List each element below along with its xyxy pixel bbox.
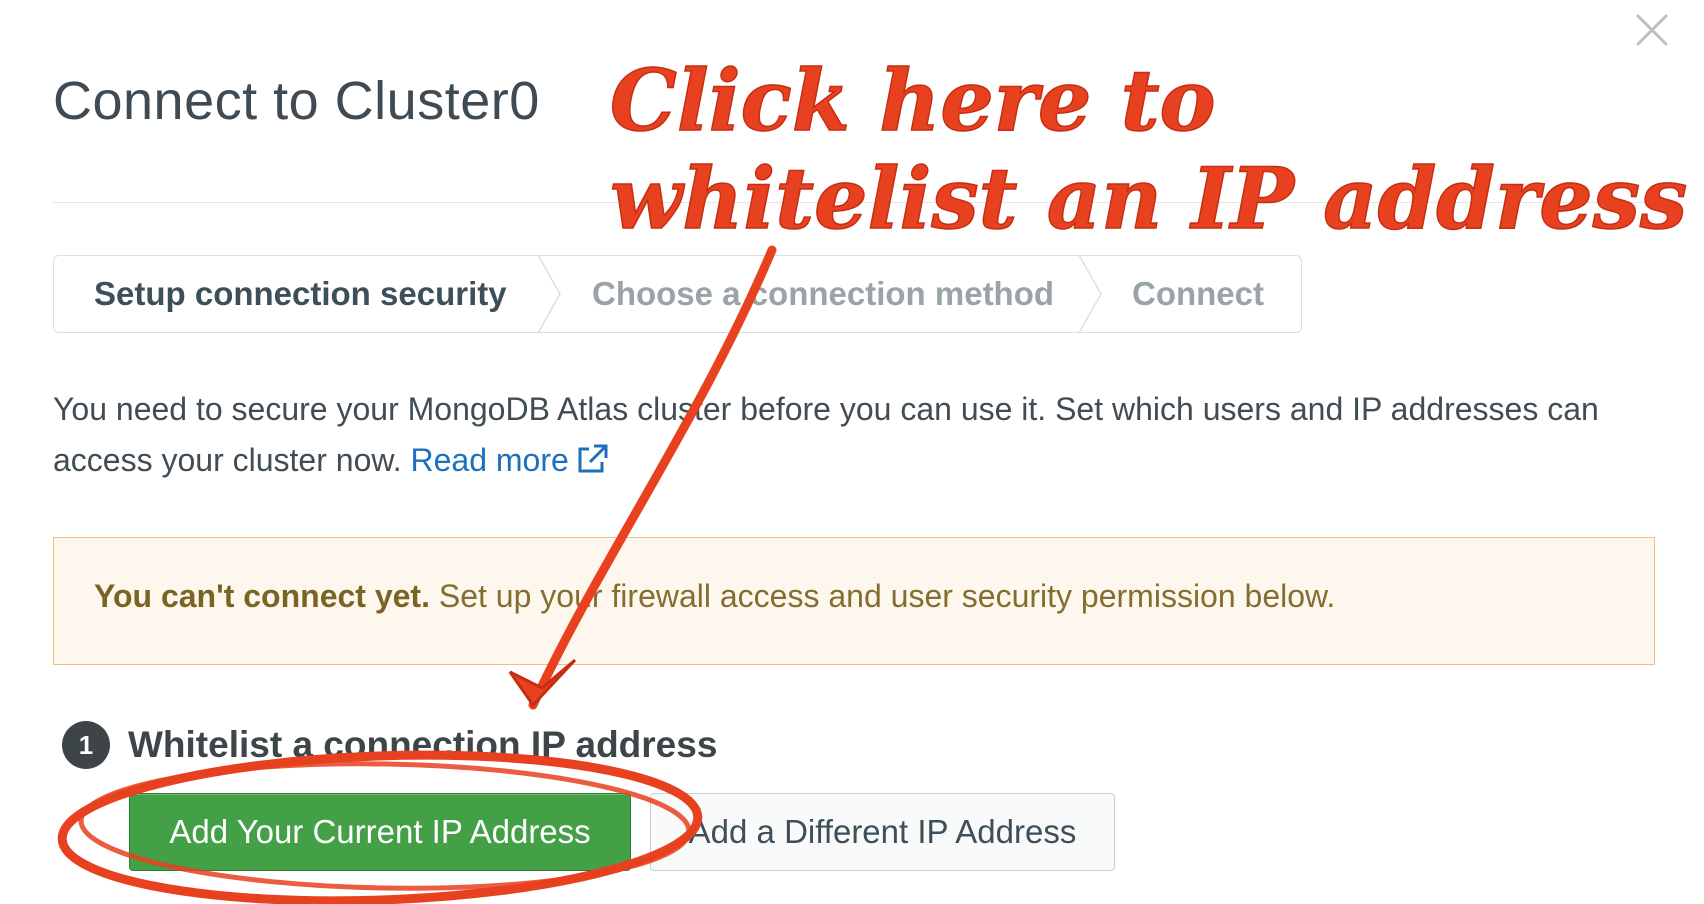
step-separator-chevron [537,255,561,333]
title-divider [53,202,1653,203]
section-title: Whitelist a connection IP address [128,724,718,765]
step-number-badge: 1 [62,721,110,769]
add-current-ip-button[interactable]: Add Your Current IP Address [129,793,631,871]
warning-text: Set up your firewall access and user sec… [429,578,1336,614]
step-choose-connection-method[interactable]: Choose a connection method [592,256,1054,331]
annotation-line-2: whitelist an IP address [610,149,1687,248]
step-setup-connection-security[interactable]: Setup connection security [94,256,507,331]
intro-text: You need to secure your MongoDB Atlas cl… [53,391,1599,478]
intro-paragraph: You need to secure your MongoDB Atlas cl… [53,384,1653,486]
step-separator-chevron [1078,255,1102,333]
connection-steps: Setup connection security Choose a conne… [53,255,1302,333]
section-header: 1 Whitelist a connection IP address [62,720,717,770]
annotation-arrow-head [508,658,577,708]
warning-banner: You can't connect yet. Set up your firew… [53,537,1655,665]
annotation-line-1: Click here to [610,51,1216,150]
read-more-link[interactable]: Read more [410,442,608,478]
close-icon [1636,14,1668,46]
close-button[interactable] [1630,8,1674,52]
warning-message: You can't connect yet. Set up your firew… [94,578,1335,615]
external-link-icon [578,444,608,473]
add-different-ip-button[interactable]: Add a Different IP Address [650,793,1115,871]
step-connect[interactable]: Connect [1132,256,1264,331]
read-more-label: Read more [410,442,569,478]
warning-bold: You can't connect yet. [94,578,430,614]
modal-title: Connect to Cluster0 [53,71,540,131]
